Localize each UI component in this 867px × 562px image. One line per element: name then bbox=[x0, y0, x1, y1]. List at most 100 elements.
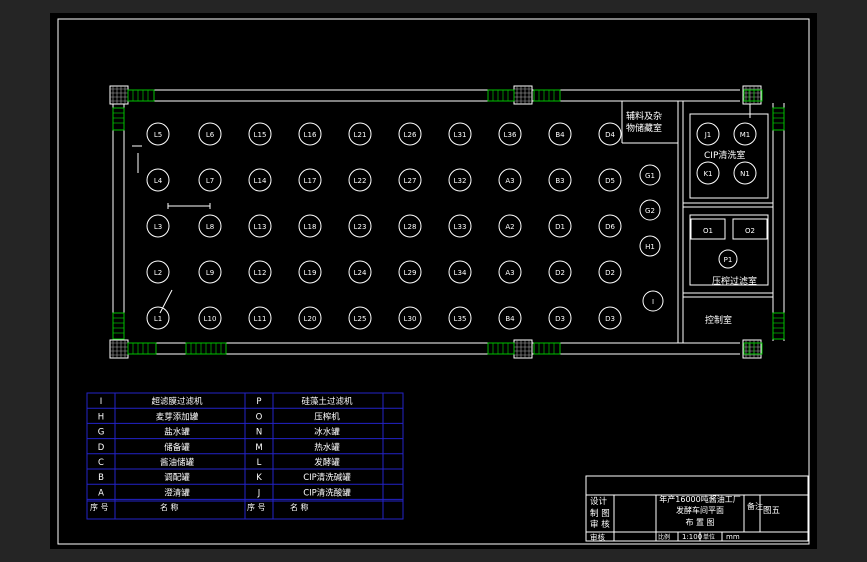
tank-label: L14 bbox=[254, 177, 267, 185]
title-unit-label: 单位 bbox=[703, 533, 715, 541]
drawing-sheet: 辅料及杂 物储藏室 CIP清洗室 压榨过滤室 控制室 L5 L6 L15 L16 L21… bbox=[50, 13, 817, 549]
tank-label: I bbox=[652, 298, 654, 306]
tank-label: L29 bbox=[404, 269, 417, 277]
tank-b4-r4: B4 bbox=[498, 306, 522, 330]
legend-name-header-left: 名 称 bbox=[160, 502, 179, 512]
tank-label: L24 bbox=[354, 269, 367, 277]
tank-label: L30 bbox=[404, 315, 417, 323]
tank-d2-r3: D2 bbox=[548, 260, 572, 284]
title-block: 设计 制 图 审 核 年产16000吨酱油工厂 发酵车间平面 布 置 图 备注 … bbox=[585, 475, 809, 542]
tank-label: L22 bbox=[354, 177, 367, 185]
legend-name-left: 盐水罐 bbox=[164, 427, 190, 438]
tank-label: L23 bbox=[354, 223, 367, 231]
tank-l33-r2: L33 bbox=[448, 214, 472, 238]
tank-label: L20 bbox=[304, 315, 317, 323]
tank-l5-r0: L5 bbox=[146, 122, 170, 146]
legend-code-right: J bbox=[257, 488, 261, 498]
legend-code-right: N bbox=[256, 428, 262, 438]
tank-label: D3 bbox=[555, 315, 565, 323]
tank-label: L6 bbox=[206, 131, 215, 139]
tank-label: L27 bbox=[404, 177, 417, 185]
legend-code-left: C bbox=[98, 458, 104, 468]
title-line-1: 年产16000吨酱油工厂 bbox=[659, 494, 740, 504]
tank-label: M1 bbox=[740, 131, 751, 139]
legend-name-header-right: 名 称 bbox=[290, 502, 309, 512]
storage-room-label-2: 物储藏室 bbox=[626, 122, 662, 134]
tank-label: L3 bbox=[154, 223, 162, 231]
tank-l20-r4: L20 bbox=[298, 306, 322, 330]
tank-label: L8 bbox=[206, 223, 214, 231]
legend-name-left: 酱油储罐 bbox=[160, 457, 195, 468]
tank-label: L35 bbox=[454, 315, 467, 323]
tank-label: L36 bbox=[504, 131, 517, 139]
tank-l21-r0: L21 bbox=[348, 122, 372, 146]
tank-d6-r2: D6 bbox=[598, 214, 622, 238]
cip-tank-j1: J1 bbox=[696, 122, 720, 146]
tank-l36-r0: L36 bbox=[498, 122, 522, 146]
fixtures bbox=[132, 145, 211, 314]
tank-a3-r1: A3 bbox=[498, 168, 522, 192]
tank-label: L11 bbox=[254, 315, 267, 323]
legend-name-right: CIP清洗碱罐 bbox=[303, 472, 351, 483]
tank-label: D2 bbox=[605, 269, 615, 277]
tank-label: L34 bbox=[454, 269, 467, 277]
tank-d3-r4: D3 bbox=[548, 306, 572, 330]
legend-code-left: D bbox=[98, 443, 105, 453]
tank-label: L18 bbox=[304, 223, 317, 231]
unit-label: O1 bbox=[703, 227, 713, 235]
tank-label: L28 bbox=[404, 223, 417, 231]
title-figure-number: 图五 bbox=[763, 506, 781, 516]
tank-label: J1 bbox=[704, 131, 712, 139]
tank-l7-r1: L7 bbox=[198, 168, 222, 192]
tank-label: L16 bbox=[304, 131, 317, 139]
pillar bbox=[513, 339, 533, 359]
tank-b4-r0: B4 bbox=[548, 122, 572, 146]
window bbox=[533, 342, 561, 355]
unit-label: O2 bbox=[745, 227, 755, 235]
tank-l26-r0: L26 bbox=[398, 122, 422, 146]
tank-label: L21 bbox=[354, 131, 367, 139]
title-label-check: 审 核 bbox=[590, 519, 610, 530]
tank-g1: G1 bbox=[639, 164, 661, 186]
floor-plan-drawing: 辅料及杂 物储藏室 CIP清洗室 压榨过滤室 控制室 L5 L6 L15 L16 L21… bbox=[57, 18, 810, 545]
legend-code-right: K bbox=[256, 473, 262, 483]
tank-l17-r1: L17 bbox=[298, 168, 322, 192]
unit-label: P1 bbox=[724, 256, 733, 264]
legend-code-right: O bbox=[256, 412, 263, 422]
viewport-frame: 辅料及杂 物储藏室 CIP清洗室 压榨过滤室 控制室 L5 L6 L15 L16 L21… bbox=[0, 0, 867, 562]
title-scale: 1:100 bbox=[682, 533, 702, 541]
tank-label: L19 bbox=[304, 269, 317, 277]
storage-room-label-1: 辅料及杂 bbox=[626, 110, 662, 122]
tank-label: L5 bbox=[154, 131, 162, 139]
tank-label: A2 bbox=[505, 223, 514, 231]
tank-label: L33 bbox=[454, 223, 467, 231]
legend-code-left: G bbox=[98, 428, 105, 438]
tank-l30-r4: L30 bbox=[398, 306, 422, 330]
tank-label: L32 bbox=[454, 177, 467, 185]
window bbox=[772, 312, 785, 340]
tank-label: A3 bbox=[505, 269, 514, 277]
window bbox=[533, 89, 561, 102]
cip-room-label: CIP清洗室 bbox=[704, 149, 745, 161]
tank-label: L1 bbox=[154, 315, 162, 323]
tank-label: L7 bbox=[206, 177, 214, 185]
tank-l16-r0: L16 bbox=[298, 122, 322, 146]
tank-label: L17 bbox=[304, 177, 317, 185]
tank-l14-r1: L14 bbox=[248, 168, 272, 192]
title-line-3: 布 置 图 bbox=[685, 517, 714, 527]
tank-l2-r3: L2 bbox=[146, 260, 170, 284]
window bbox=[772, 107, 785, 131]
tank-i: I bbox=[642, 290, 664, 312]
pillar bbox=[109, 339, 129, 359]
window bbox=[112, 107, 125, 131]
window bbox=[112, 312, 125, 340]
tank-l25-r4: L25 bbox=[348, 306, 372, 330]
tank-l32-r1: L32 bbox=[448, 168, 472, 192]
legend-name-left: 调配罐 bbox=[164, 472, 190, 483]
tank-l35-r4: L35 bbox=[448, 306, 472, 330]
tank-label: D4 bbox=[605, 131, 615, 139]
tank-label: A3 bbox=[505, 177, 514, 185]
filter-unit-o1: O1 bbox=[703, 227, 713, 235]
tank-label: H1 bbox=[645, 243, 655, 251]
legend-name-right: 冰水罐 bbox=[314, 427, 340, 438]
